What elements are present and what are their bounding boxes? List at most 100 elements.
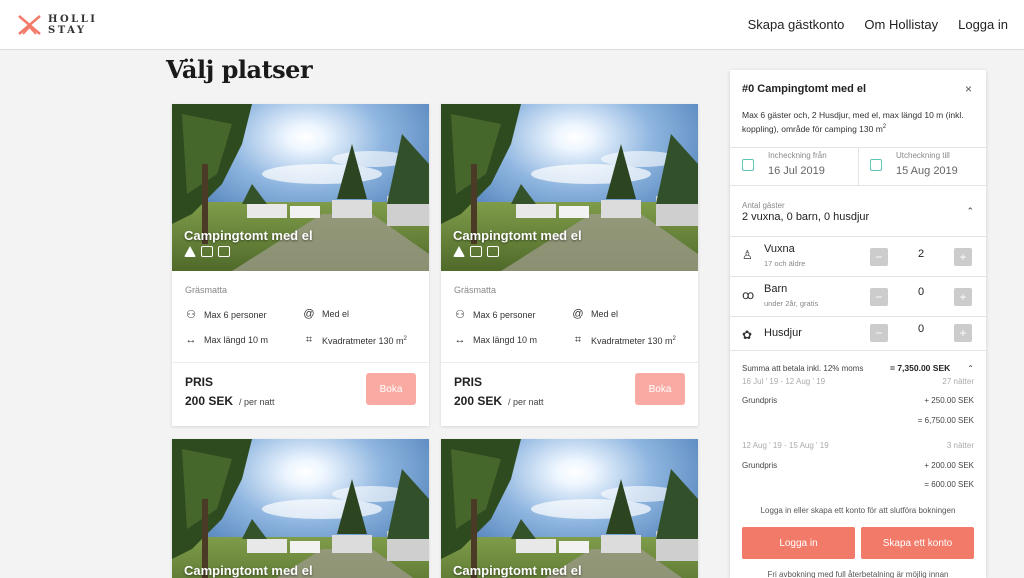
logo-line1: HOLLI	[48, 14, 98, 25]
login-note: Logga in eller skapa ett konto för att s…	[760, 506, 956, 515]
campsite-title: Campingtomt med el	[184, 228, 313, 243]
period-1-dates: 16 Jul ' 19 - 12 Aug ' 19	[742, 377, 826, 386]
price-label: PRIS	[185, 375, 214, 389]
hollistay-logo[interactable]: HOLLI STAY	[17, 14, 97, 36]
price-unit: / per natt	[508, 397, 544, 407]
campsite-image[interactable]: Campingtomt med el	[441, 104, 698, 271]
feature-max-guests: Max 6 personer	[204, 309, 267, 320]
price-value: 200 SEK / per natt	[185, 394, 275, 408]
length-arrows-icon: ↔	[454, 334, 466, 346]
area-icon: ⌗	[305, 334, 313, 346]
price-label: PRIS	[454, 375, 483, 389]
camper-icon	[487, 246, 499, 257]
guest-row-adults: ♙ Vuxna 17 och äldre − 2 +	[730, 237, 986, 275]
decrement-button[interactable]: −	[870, 288, 888, 306]
period-1-rate: + 250.00 SEK	[924, 396, 974, 405]
period-1-total: = 6,750.00 SEK	[917, 416, 974, 425]
guests-label: Antal gäster	[742, 201, 785, 210]
decrement-button[interactable]: −	[870, 324, 888, 342]
feature-max-length: Max längd 10 m	[204, 335, 269, 345]
checkin-value: 16 Jul 2019	[768, 165, 825, 177]
length-arrows-icon: ↔	[185, 334, 197, 346]
campsite-card[interactable]: Campingtomt med el	[441, 439, 698, 578]
campsite-card[interactable]: Campingtomt med el Gräsmatta ⚇ Max 6 per…	[441, 104, 698, 426]
increment-button[interactable]: +	[954, 324, 972, 342]
plug-icon: @	[303, 308, 315, 320]
base-price-label: Grundpris	[742, 461, 778, 470]
divider	[730, 350, 986, 351]
feature-electricity: Med el	[322, 309, 350, 319]
feature-area: Kvadratmeter 130 m2	[591, 335, 676, 346]
book-button[interactable]: Boka	[366, 373, 416, 405]
cancellation-note: Fri avbokning med full återbetalning är …	[767, 570, 949, 578]
close-icon[interactable]: ×	[965, 82, 972, 96]
summary-total: = 7,350.00 SEK	[890, 363, 951, 373]
top-header: HOLLI STAY Skapa gästkonto Om Hollistay …	[0, 0, 1024, 50]
divider	[730, 185, 986, 186]
row-label: Barn	[764, 283, 788, 295]
surface-type: Gräsmatta	[185, 285, 228, 295]
campsite-card[interactable]: Campingtomt med el	[172, 439, 429, 578]
price-value: 200 SEK / per natt	[454, 394, 544, 408]
increment-button[interactable]: +	[954, 248, 972, 266]
caravan-icon	[201, 246, 213, 257]
surface-type: Gräsmatta	[454, 285, 497, 295]
checkout-field[interactable]: Utcheckning till 15 Aug 2019	[858, 148, 986, 185]
page-title: Välj platser	[166, 55, 313, 84]
feature-area: Kvadratmeter 130 m2	[322, 335, 407, 346]
book-button[interactable]: Boka	[635, 373, 685, 405]
calendar-icon	[742, 159, 754, 171]
checkin-label: Incheckning från	[768, 151, 827, 160]
checkin-field[interactable]: Incheckning från 16 Jul 2019	[730, 148, 858, 185]
tent-icon	[453, 246, 465, 257]
campsite-card[interactable]: Campingtomt med el Gräsmatta ⚇ Max 6 per…	[172, 104, 429, 426]
campsite-image[interactable]: Campingtomt med el	[441, 439, 698, 578]
row-sublabel: 17 och äldre	[764, 259, 806, 268]
paw-icon: ✿	[742, 328, 753, 342]
people-icon: ⚇	[455, 309, 465, 321]
main-nav: Skapa gästkonto Om Hollistay Logga in	[748, 17, 1008, 32]
guest-row-children: ꝏ Barn under 2år, gratis − 0 +	[730, 277, 986, 315]
caravan-icon	[470, 246, 482, 257]
nav-login[interactable]: Logga in	[958, 17, 1008, 32]
area-icon: ⌗	[574, 334, 582, 346]
feature-max-length: Max längd 10 m	[473, 335, 538, 345]
plug-icon: @	[572, 308, 584, 320]
adult-icon: ♙	[742, 248, 753, 262]
chevron-up-icon[interactable]: ⌃	[967, 364, 974, 373]
row-label: Vuxna	[764, 243, 795, 255]
tent-icon	[184, 246, 196, 257]
period-2-total: = 600.00 SEK	[924, 480, 974, 489]
panel-description: Max 6 gäster och, 2 Husdjur, med el, max…	[742, 110, 964, 134]
row-sublabel: under 2år, gratis	[764, 299, 819, 308]
price-unit: / per natt	[239, 397, 275, 407]
pet-count: 0	[918, 323, 925, 335]
campsite-image[interactable]: Campingtomt med el	[172, 439, 429, 578]
create-account-button[interactable]: Skapa ett konto	[861, 527, 974, 559]
child-footprints-icon: ꝏ	[742, 288, 755, 302]
checkout-value: 15 Aug 2019	[896, 165, 958, 177]
adult-count: 2	[918, 248, 925, 260]
campsite-image[interactable]: Campingtomt med el	[172, 104, 429, 271]
guests-summary[interactable]: 2 vuxna, 0 barn, 0 husdjur	[742, 211, 869, 223]
nav-about-hollistay[interactable]: Om Hollistay	[864, 17, 938, 32]
campsite-title: Campingtomt med el	[453, 228, 582, 243]
nav-create-guest-account[interactable]: Skapa gästkonto	[748, 17, 845, 32]
child-count: 0	[918, 286, 925, 298]
logo-line2: STAY	[48, 25, 87, 36]
chevron-up-icon[interactable]: ⌃	[966, 206, 974, 217]
period-1-nights: 27 nätter	[942, 377, 974, 386]
checkout-label: Utcheckning till	[896, 151, 950, 160]
login-button[interactable]: Logga in	[742, 527, 855, 559]
feature-max-guests: Max 6 personer	[473, 309, 536, 320]
period-2-rate: + 200.00 SEK	[924, 461, 974, 470]
people-icon: ⚇	[186, 309, 196, 321]
period-2-dates: 12 Aug ' 19 - 15 Aug ' 19	[742, 441, 829, 450]
camper-icon	[218, 246, 230, 257]
increment-button[interactable]: +	[954, 288, 972, 306]
campsite-title: Campingtomt med el	[184, 563, 313, 578]
period-2-nights: 3 nätter	[946, 441, 974, 450]
decrement-button[interactable]: −	[870, 248, 888, 266]
base-price-label: Grundpris	[742, 396, 778, 405]
summary-label: Summa att betala inkl. 12% moms	[742, 364, 864, 373]
